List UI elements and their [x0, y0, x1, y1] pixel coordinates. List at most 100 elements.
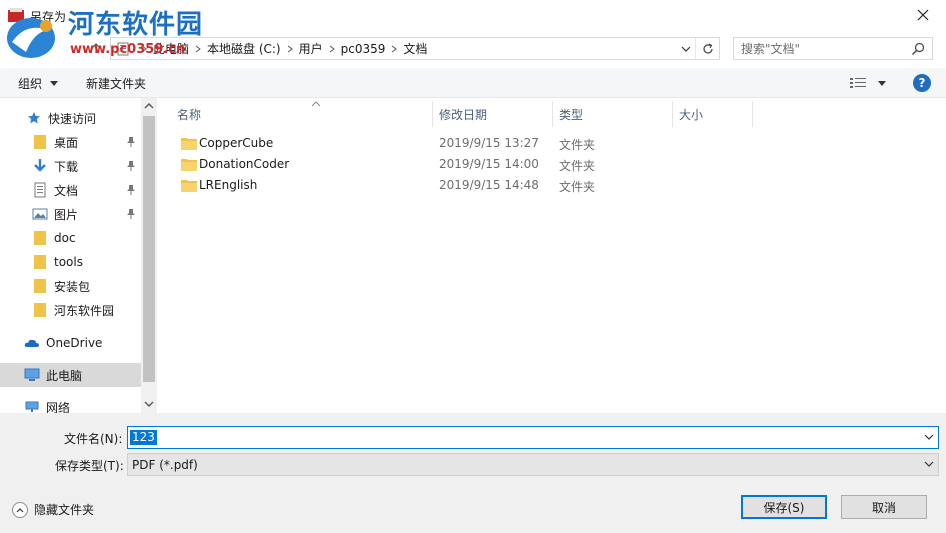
file-name: CopperCube [199, 136, 274, 150]
breadcrumb-users[interactable]: 用户 [299, 40, 323, 57]
network-icon [24, 399, 40, 413]
address-bar[interactable]: 此电脑 本地磁盘 (C:) 用户 pc0359 文档 [110, 37, 720, 60]
scroll-up-icon[interactable] [144, 102, 154, 110]
file-name: LREnglish [199, 178, 258, 192]
navigation-pane: 快速访问 桌面 下载 文档 图片 doc tools 安装包 河东软件园 One… [0, 98, 157, 413]
breadcrumb-documents[interactable]: 文档 [403, 40, 427, 57]
save-button[interactable]: 保存(S) [741, 495, 827, 519]
table-row[interactable]: LREnglish 2019/9/15 14:48 文件夹 [175, 175, 675, 196]
download-icon [32, 158, 48, 174]
details-view-icon [850, 78, 866, 88]
chevron-right-icon[interactable] [323, 38, 341, 59]
close-button[interactable] [900, 0, 946, 30]
help-button[interactable]: ? [913, 74, 931, 92]
sidebar-item-network[interactable]: 网络 [0, 395, 141, 413]
column-header-modified[interactable]: 修改日期 [433, 101, 553, 127]
file-name: DonationCoder [199, 157, 290, 171]
caret-down-icon [878, 80, 886, 86]
sidebar-item-desktop[interactable]: 桌面 [0, 130, 141, 154]
file-modified: 2019/9/15 14:48 [439, 178, 539, 192]
column-header-name[interactable]: 名称 [171, 101, 433, 127]
filetype-select[interactable]: PDF (*.pdf) [127, 453, 939, 476]
search-box[interactable] [733, 37, 933, 60]
sidebar-item-tools[interactable]: tools [0, 250, 141, 274]
sidebar-item-documents[interactable]: 文档 [0, 178, 141, 202]
chevron-right-icon[interactable] [385, 38, 403, 59]
chevron-right-icon[interactable] [189, 38, 207, 59]
column-header-label: 大小 [679, 107, 704, 122]
filename-field[interactable]: 123 [127, 426, 939, 449]
caret-down-icon [50, 80, 59, 86]
file-modified: 2019/9/15 13:27 [439, 136, 539, 150]
organize-label: 组织 [18, 76, 43, 91]
file-modified: 2019/9/15 14:00 [439, 157, 539, 171]
table-row[interactable]: CopperCube 2019/9/15 13:27 文件夹 [175, 133, 675, 154]
sidebar-item-installers[interactable]: 安装包 [0, 274, 141, 298]
picture-icon [32, 206, 48, 222]
folder-icon [181, 138, 197, 150]
save-form: 文件名(N): 123 保存类型(T): PDF (*.pdf) 隐藏文件夹 保… [0, 413, 946, 533]
sidebar-item-label: 安装包 [54, 279, 91, 294]
folder-icon [181, 159, 197, 171]
chevron-down-icon[interactable] [924, 433, 934, 441]
chevron-right-icon[interactable] [281, 38, 299, 59]
folder-icon [32, 254, 48, 270]
sidebar-item-doc[interactable]: doc [0, 226, 141, 250]
breadcrumb-local-disk[interactable]: 本地磁盘 (C:) [207, 40, 281, 57]
sort-up-icon [311, 101, 321, 107]
filetype-label: 保存类型(T): [55, 459, 124, 473]
chevron-up-icon [12, 501, 28, 518]
nav-scrollbar[interactable] [141, 98, 157, 413]
close-icon [917, 9, 929, 21]
pc-icon [111, 38, 135, 59]
sidebar-item-this-pc[interactable]: 此电脑 [0, 363, 141, 387]
pin-icon[interactable] [126, 184, 136, 196]
computer-icon [24, 367, 40, 383]
scrollbar-thumb[interactable] [143, 116, 155, 382]
document-icon [32, 182, 48, 198]
sidebar-item-label: 河东软件园 [54, 303, 115, 318]
title-bar: 另存为 [0, 0, 946, 32]
scroll-down-icon[interactable] [144, 400, 154, 408]
pin-icon[interactable] [126, 208, 136, 220]
breadcrumb-this-pc[interactable]: 此电脑 [153, 40, 189, 57]
column-header-label: 类型 [559, 107, 584, 122]
address-history-button[interactable] [677, 38, 695, 59]
sidebar-item-downloads[interactable]: 下载 [0, 154, 141, 178]
chevron-down-icon [681, 46, 691, 52]
search-icon[interactable] [910, 41, 926, 57]
folder-icon [32, 278, 48, 294]
folder-icon [32, 302, 48, 318]
filename-input[interactable]: 123 [130, 430, 157, 445]
folder-icon [181, 180, 197, 192]
sidebar-item-label: 快速访问 [48, 111, 97, 126]
cancel-button[interactable]: 取消 [841, 495, 927, 519]
sidebar-item-hedong[interactable]: 河东软件园 [0, 298, 141, 322]
table-row[interactable]: DonationCoder 2019/9/15 14:00 文件夹 [175, 154, 675, 175]
chevron-right-icon[interactable] [135, 38, 153, 59]
sidebar-item-label: OneDrive [46, 336, 103, 350]
sidebar-item-label: tools [54, 255, 83, 269]
column-header-type[interactable]: 类型 [553, 101, 673, 127]
window-title: 另存为 [30, 10, 67, 24]
column-header-size[interactable]: 大小 [673, 101, 753, 127]
refresh-button[interactable] [695, 38, 719, 59]
organize-button[interactable]: 组织 [18, 74, 59, 92]
new-folder-button[interactable]: 新建文件夹 [86, 74, 146, 92]
pin-icon[interactable] [126, 136, 136, 148]
file-type: 文件夹 [559, 138, 596, 152]
hide-folders-toggle[interactable]: 隐藏文件夹 [12, 501, 94, 518]
sidebar-item-pictures[interactable]: 图片 [0, 202, 141, 226]
folder-icon [32, 134, 48, 150]
refresh-icon [702, 42, 713, 53]
sidebar-item-label: 网络 [46, 400, 71, 414]
view-options-button[interactable] [850, 74, 888, 92]
breadcrumb-user[interactable]: pc0359 [341, 42, 386, 56]
cloud-icon [24, 335, 40, 351]
hide-folders-label: 隐藏文件夹 [34, 503, 95, 517]
up-button[interactable] [86, 38, 106, 58]
sidebar-item-onedrive[interactable]: OneDrive [0, 331, 141, 355]
sidebar-item-quick-access[interactable]: 快速访问 [0, 106, 141, 130]
pin-icon[interactable] [126, 160, 136, 172]
search-input[interactable] [734, 38, 904, 59]
